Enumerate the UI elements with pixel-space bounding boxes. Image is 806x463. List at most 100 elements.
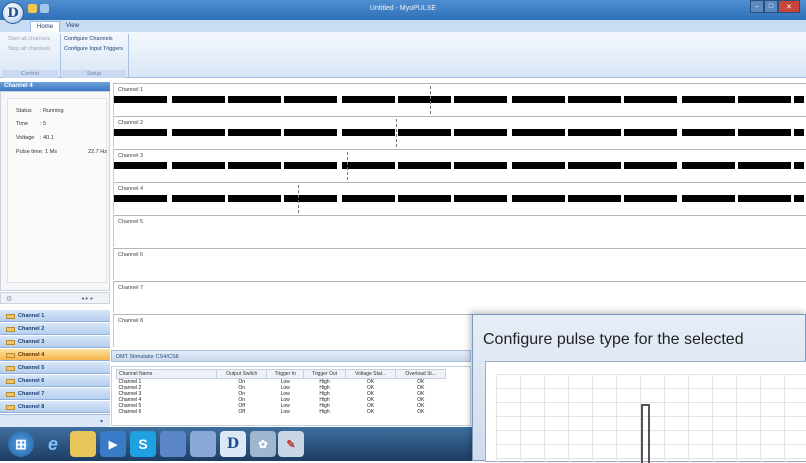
minimize-button[interactable]: – xyxy=(750,0,764,13)
folder-icon xyxy=(6,405,15,410)
tab-view[interactable]: View xyxy=(60,21,85,32)
table-cell: OK xyxy=(417,409,425,415)
ribbon-separator xyxy=(60,34,61,78)
pulse-segment xyxy=(794,162,804,169)
pulse-segment xyxy=(738,162,791,169)
stop-all-channels-button[interactable]: Stop all channels xyxy=(8,46,50,52)
pulse-segment xyxy=(228,162,281,169)
ribbon-tabs: Home View xyxy=(0,20,806,32)
channel-strip-5[interactable]: Channel 5 xyxy=(113,215,806,247)
tool-icon[interactable]: ✿ xyxy=(250,431,276,457)
skype-icon[interactable]: S xyxy=(130,431,156,457)
pulse-segment xyxy=(228,195,281,202)
channel-strip-3[interactable]: Channel 3 xyxy=(113,149,806,181)
table-row[interactable]: Channel 6 Off Low High OK OK xyxy=(117,409,446,415)
pulse-segment xyxy=(794,96,804,103)
column-header[interactable]: Overload St... xyxy=(395,369,446,379)
time-marker xyxy=(347,152,348,180)
pulse-segment xyxy=(624,96,677,103)
pulse-segment xyxy=(568,162,621,169)
pulse-segment xyxy=(682,195,735,202)
time-value: : 5 xyxy=(40,121,47,127)
file-explorer-icon[interactable] xyxy=(70,431,96,457)
voltage-value: : 40.1 xyxy=(40,135,54,141)
table-header-row: Channel Name Output Switch Trigger In Tr… xyxy=(116,369,446,379)
column-header[interactable]: Voltage Stat... xyxy=(344,369,397,379)
column-header[interactable]: Trigger In xyxy=(266,369,304,379)
tab-home[interactable]: Home xyxy=(30,21,61,32)
nav-channel-8[interactable]: Channel 8 xyxy=(0,401,110,413)
nav-label: Channel 6 xyxy=(18,378,45,384)
column-header[interactable]: Channel Name xyxy=(116,369,217,379)
nav-channel-5[interactable]: Channel 5 xyxy=(0,362,110,374)
folder-icon xyxy=(6,340,15,345)
pulse-segment xyxy=(284,195,337,202)
pulse-preview-panel xyxy=(485,361,806,463)
channel-label: Channel 6 xyxy=(118,252,144,258)
settings-icon[interactable]: ⚙ xyxy=(6,295,12,303)
ribbon-separator xyxy=(128,34,129,78)
pulse-time-label: Pulse time xyxy=(16,149,42,155)
app-icon[interactable] xyxy=(190,431,216,457)
configure-channels-button[interactable]: Configure Channels xyxy=(64,36,113,42)
pulse-track xyxy=(114,129,806,136)
channel-strip-6[interactable]: Channel 6 xyxy=(113,248,806,280)
pulse-segment xyxy=(172,162,225,169)
pulse-segment xyxy=(454,162,507,169)
channel-label: Channel 5 xyxy=(118,219,144,225)
pulse-segment xyxy=(568,96,621,103)
pulse-segment xyxy=(512,162,565,169)
application-menu-button[interactable]: D xyxy=(2,2,24,24)
start-all-channels-button[interactable]: Start all channels xyxy=(8,36,50,42)
paint-icon[interactable]: ✎ xyxy=(278,431,304,457)
quick-access-open-icon[interactable] xyxy=(28,4,37,13)
pulse-track xyxy=(114,162,806,169)
table-cell: Low xyxy=(280,409,290,415)
maximize-button[interactable]: □ xyxy=(764,0,778,13)
pulse-segment xyxy=(284,96,337,103)
nav-channel-7[interactable]: Channel 7 xyxy=(0,388,110,400)
nav-channel-6[interactable]: Channel 6 xyxy=(0,375,110,387)
pulse-segment xyxy=(568,129,621,136)
nav-channel-4[interactable]: Channel 4 xyxy=(0,349,110,361)
pulse-time-value: : 1 Ms xyxy=(42,149,57,155)
nav-channel-2[interactable]: Channel 2 xyxy=(0,323,110,335)
ribbon: Start all channels Stop all channels Con… xyxy=(0,32,806,78)
status-details: Status : Running Time : 5 Voltage : 40.1… xyxy=(7,98,107,283)
pulse-segment xyxy=(342,162,395,169)
pulse-segment xyxy=(512,129,565,136)
pulse-segment xyxy=(624,162,677,169)
channel-strip-7[interactable]: Channel 7 xyxy=(113,281,806,313)
pulse-segment xyxy=(512,195,565,202)
nav-channel-1[interactable]: Channel 1 xyxy=(0,310,110,322)
media-player-icon[interactable]: ▶ xyxy=(100,431,126,457)
pulse-segment xyxy=(794,129,804,136)
pulse-segment xyxy=(114,96,167,103)
configure-input-triggers-button[interactable]: Configure Input Triggers xyxy=(64,46,123,52)
pulse-segment xyxy=(284,129,337,136)
column-header[interactable]: Trigger Out xyxy=(302,369,346,379)
channel-strip-4[interactable]: Channel 4 xyxy=(113,182,806,214)
myopulse-icon[interactable]: D xyxy=(220,431,246,457)
table-cell: Channel 6 xyxy=(118,409,142,415)
pulse-segment xyxy=(228,96,281,103)
chevron-down-icon[interactable]: ▾ xyxy=(100,418,103,425)
nav-channel-3[interactable]: Channel 3 xyxy=(0,336,110,348)
column-header[interactable]: Output Switch xyxy=(215,369,268,379)
pulse-shape xyxy=(641,404,650,463)
channel-strip-2[interactable]: Channel 2 xyxy=(113,116,806,148)
pulse-segment xyxy=(228,129,281,136)
quick-access-save-icon[interactable] xyxy=(40,4,49,13)
app-icon[interactable] xyxy=(160,431,186,457)
device-panel-header: DMT Stimulator CS4/CS8 xyxy=(111,350,471,362)
panel-nav-arrows-icon[interactable]: ◂ ▸ ▸ xyxy=(81,295,93,302)
internet-explorer-icon[interactable]: e xyxy=(40,431,66,457)
pulse-segment xyxy=(342,96,395,103)
folder-icon xyxy=(6,366,15,371)
nav-label: Channel 4 xyxy=(18,352,45,358)
windows-start-icon[interactable]: ⊞ xyxy=(8,431,34,457)
channel-strip-1[interactable]: Channel 1 xyxy=(113,83,806,115)
pulse-segment xyxy=(398,96,451,103)
close-button[interactable]: ✕ xyxy=(778,0,800,13)
pulse-segment xyxy=(114,162,167,169)
